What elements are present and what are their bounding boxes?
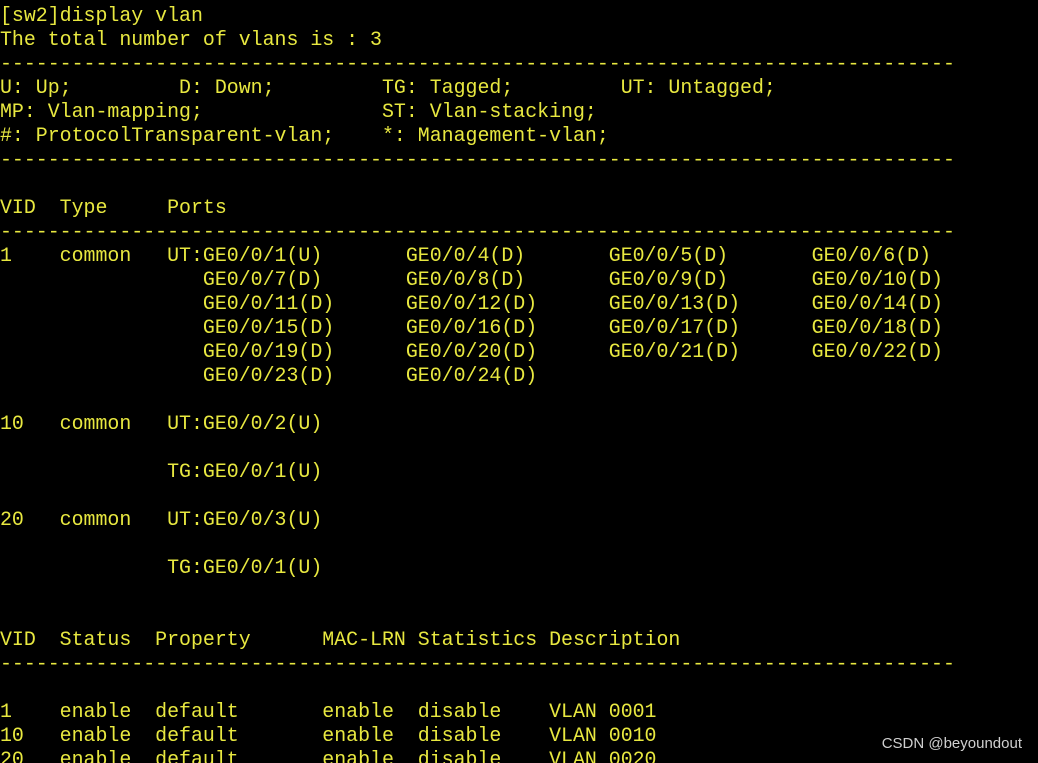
- table-row: 10 common UT:GE0/0/2(U): [0, 412, 323, 435]
- table-row: GE0/0/23(D) GE0/0/24(D): [0, 364, 538, 387]
- separator-line: ----------------------------------------…: [0, 652, 955, 675]
- table-row: TG:GE0/0/1(U): [0, 460, 323, 483]
- separator-line: ----------------------------------------…: [0, 52, 955, 75]
- table-row: GE0/0/7(D) GE0/0/8(D) GE0/0/9(D) GE0/0/1…: [0, 268, 943, 291]
- table-row: 20 enable default enable disable VLAN 00…: [0, 748, 657, 763]
- terminal-window[interactable]: [sw2]display vlan The total number of vl…: [0, 0, 1038, 763]
- table-row: TG:GE0/0/1(U): [0, 556, 323, 579]
- terminal-line: MP: Vlan-mapping; ST: Vlan-stacking;: [0, 100, 597, 123]
- table-header: VID Type Ports: [0, 196, 227, 219]
- terminal-line: U: Up; D: Down; TG: Tagged; UT: Untagged…: [0, 76, 776, 99]
- terminal-line: The total number of vlans is : 3: [0, 28, 382, 51]
- watermark: CSDN @beyoundout: [881, 735, 1022, 752]
- table-row: GE0/0/11(D) GE0/0/12(D) GE0/0/13(D) GE0/…: [0, 292, 943, 315]
- table-row: 1 enable default enable disable VLAN 000…: [0, 700, 657, 723]
- table-row: 10 enable default enable disable VLAN 00…: [0, 724, 657, 747]
- separator-line: ----------------------------------------…: [0, 220, 955, 243]
- table-row: 20 common UT:GE0/0/3(U): [0, 508, 323, 531]
- table-row: 1 common UT:GE0/0/1(U) GE0/0/4(D) GE0/0/…: [0, 244, 932, 267]
- separator-line: ----------------------------------------…: [0, 148, 955, 171]
- terminal-line: [sw2]display vlan: [0, 4, 203, 27]
- table-row: GE0/0/15(D) GE0/0/16(D) GE0/0/17(D) GE0/…: [0, 316, 943, 339]
- table-row: GE0/0/19(D) GE0/0/20(D) GE0/0/21(D) GE0/…: [0, 340, 943, 363]
- table-header: VID Status Property MAC-LRN Statistics D…: [0, 628, 681, 651]
- terminal-line: #: ProtocolTransparent-vlan; *: Manageme…: [0, 124, 609, 147]
